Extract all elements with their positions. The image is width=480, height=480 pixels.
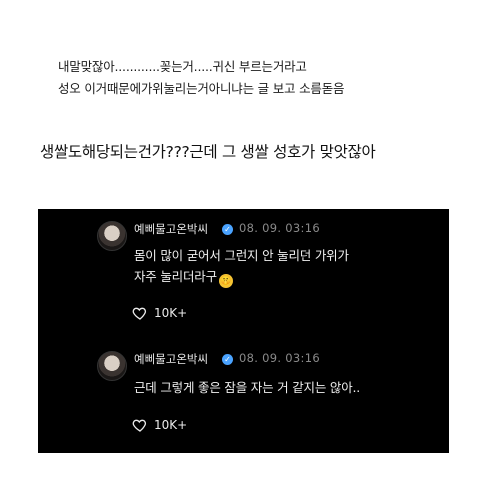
avatar[interactable] — [97, 221, 127, 251]
post-line: 근데 그렇게 좋은 잠을 자는 거 같지는 않아.. — [134, 380, 361, 395]
shushing-face-icon: 🤫 — [218, 274, 233, 288]
like-button[interactable]: 10K+ — [132, 305, 187, 321]
timestamp: 08. 09. 03:16 — [239, 351, 320, 365]
like-button[interactable]: 10K+ — [132, 417, 187, 433]
like-count: 10K+ — [154, 306, 188, 320]
intro-text: 내말맞잖아............꽂는거.....귀신 부르는거라고 성오 이거… — [58, 56, 344, 100]
verified-badge-icon: ✓ — [222, 354, 233, 365]
heart-outline-icon — [132, 307, 147, 320]
embedded-screenshot: 예삐물고온박씨 ✓ 08. 09. 03:16 몸이 많이 굳어서 그런지 안 … — [38, 209, 449, 453]
post-line: 자주 눌리더라구 🤫 — [134, 266, 349, 288]
headline: 생쌀도해당되는건가???근데 그 생쌀 성호가 맞앗잖아 — [40, 143, 376, 161]
post-body: 근데 그렇게 좋은 잠을 자는 거 같지는 않아.. — [134, 377, 360, 398]
username[interactable]: 예삐물고온박씨 — [134, 351, 208, 367]
like-count: 10K+ — [154, 418, 188, 432]
avatar[interactable] — [97, 351, 127, 381]
post-line-text: 자주 눌리더라구 — [134, 269, 217, 284]
intro-line-1: 내말맞잖아............꽂는거.....귀신 부르는거라고 — [58, 59, 307, 74]
verified-badge-icon: ✓ — [222, 224, 233, 235]
timestamp: 08. 09. 03:16 — [239, 221, 320, 235]
heart-outline-icon — [132, 419, 147, 432]
username[interactable]: 예삐물고온박씨 — [134, 221, 208, 237]
post-body: 몸이 많이 굳어서 그런지 안 눌리던 가위가 자주 눌리더라구 🤫 — [134, 245, 349, 288]
post-line: 몸이 많이 굳어서 그런지 안 눌리던 가위가 — [134, 248, 349, 263]
intro-line-2: 성오 이거때문에가위눌리는거아니냐는 글 보고 소름돋음 — [58, 81, 345, 96]
